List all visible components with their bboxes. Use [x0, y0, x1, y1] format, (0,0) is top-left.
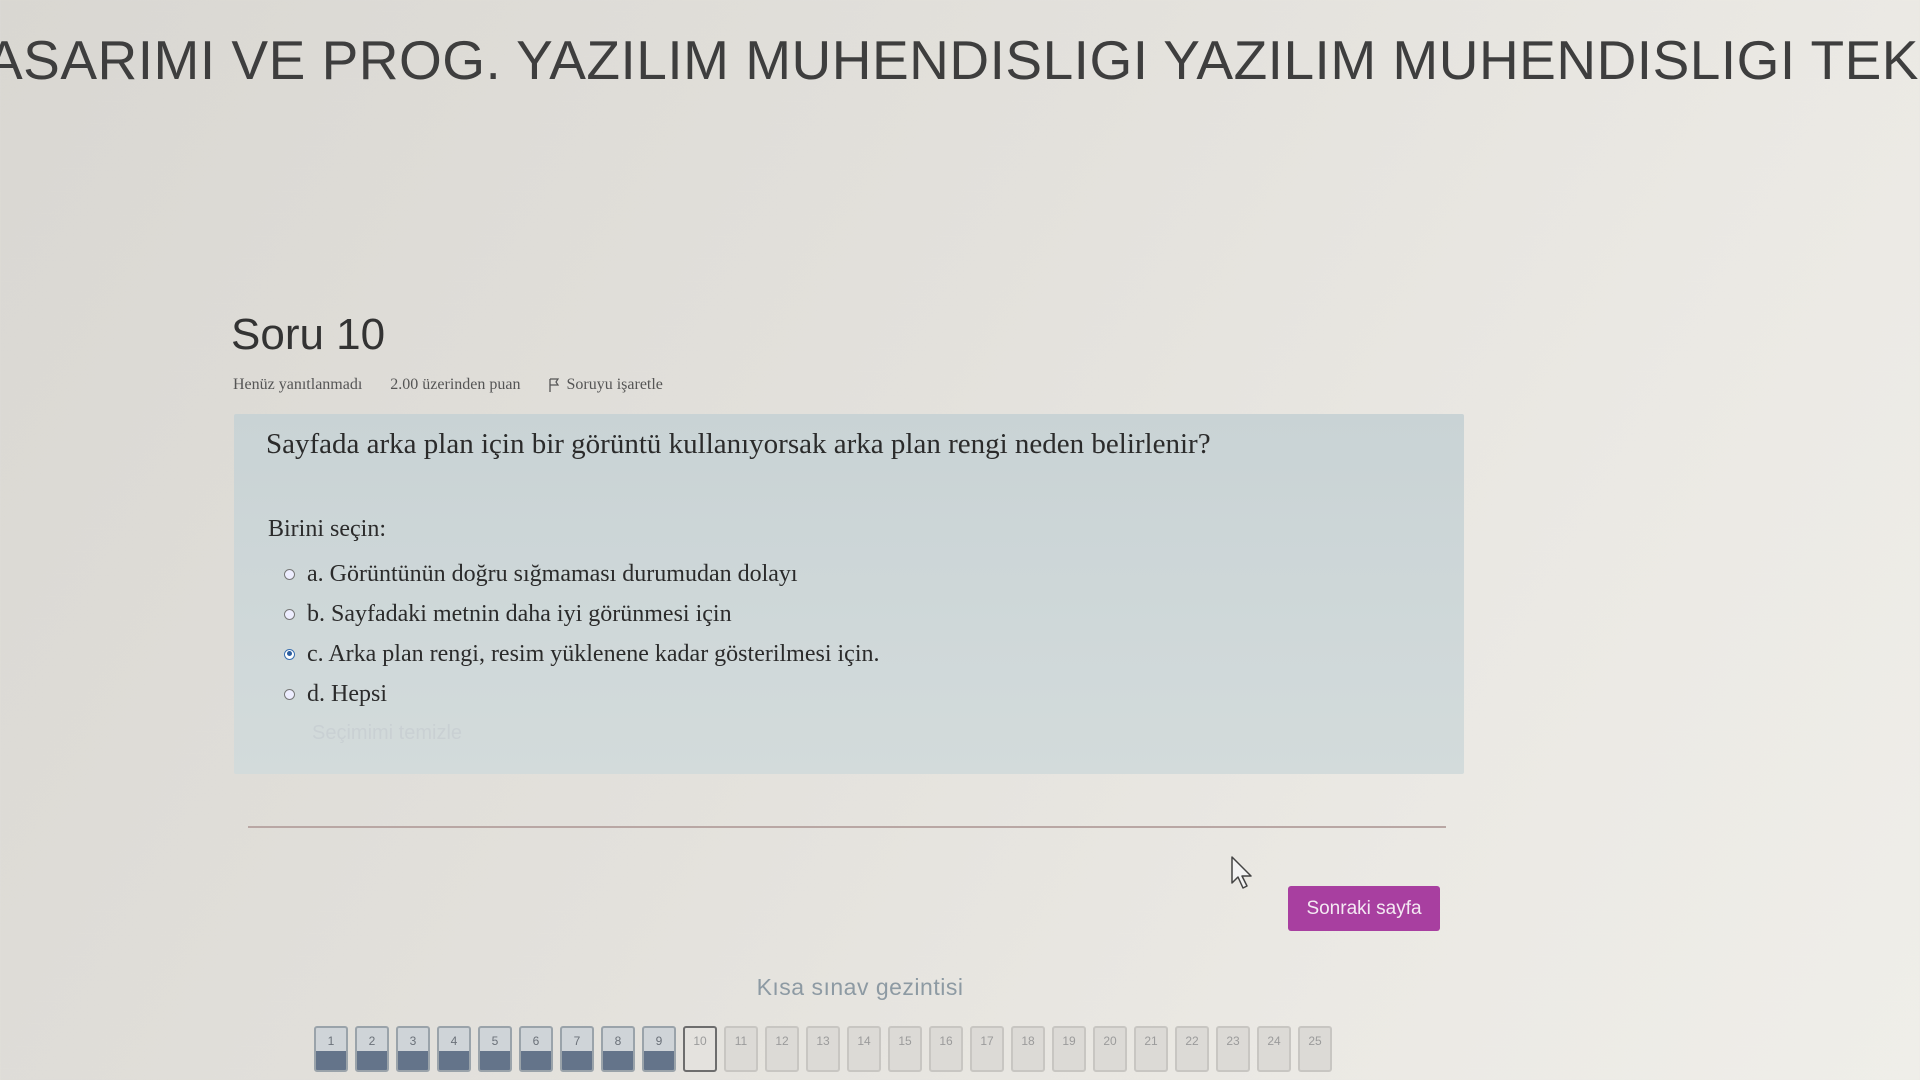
quiz-nav-button[interactable]: 24: [1257, 1026, 1291, 1072]
quiz-nav-button[interactable]: 11: [724, 1026, 758, 1072]
flag-question-label[interactable]: Soruyu işaretle: [566, 376, 662, 394]
quiz-nav-button[interactable]: 6: [519, 1026, 553, 1072]
quiz-navigation-title: Kısa sınav gezintisi: [756, 974, 964, 1000]
quiz-nav-button[interactable]: 4: [437, 1026, 471, 1072]
mouse-pointer-icon: [1230, 855, 1256, 896]
question-info: Henüz yanıtlanmadı 2.00 üzerinden puan S…: [233, 376, 663, 394]
question-points: 2.00 üzerinden puan: [390, 376, 521, 393]
quiz-nav-button[interactable]: 23: [1216, 1026, 1250, 1072]
quiz-nav-button[interactable]: 16: [929, 1026, 963, 1072]
answer-label: c. Arka plan rengi, resim yüklenene kada…: [307, 640, 880, 667]
flag-icon: [548, 378, 560, 392]
question-status: Henüz yanıtlanmadı: [233, 376, 363, 393]
answer-label: d. Hepsi: [307, 680, 387, 707]
answer-label: b. Sayfadaki metnin daha iyi görünmesi i…: [307, 600, 732, 627]
quiz-nav-button[interactable]: 8: [601, 1026, 635, 1072]
quiz-nav-button[interactable]: 22: [1175, 1026, 1209, 1072]
question-text: Sayfada arka plan için bir görüntü kulla…: [266, 428, 1211, 460]
answer-option[interactable]: b. Sayfadaki metnin daha iyi görünmesi i…: [284, 594, 879, 634]
next-page-button[interactable]: Sonraki sayfa: [1288, 886, 1440, 931]
quiz-nav-button[interactable]: 15: [888, 1026, 922, 1072]
quiz-nav-button[interactable]: 7: [560, 1026, 594, 1072]
quiz-nav-button[interactable]: 5: [478, 1026, 512, 1072]
quiz-nav-button[interactable]: 12: [765, 1026, 799, 1072]
answer-list: a. Görüntünün doğru sığmaması durumudan …: [284, 554, 879, 714]
answer-option[interactable]: a. Görüntünün doğru sığmaması durumudan …: [284, 554, 879, 594]
radio-icon[interactable]: [284, 688, 295, 700]
radio-icon[interactable]: [284, 608, 295, 620]
quiz-nav-button[interactable]: 18: [1011, 1026, 1045, 1072]
quiz-navigation-buttons: 1 2 3 4 5 6 7 8 9 10 11 12 13 14 15 16 17 18 19 20 21 22 23 24 2…: [314, 1026, 1332, 1072]
answer-option[interactable]: c. Arka plan rengi, resim yüklenene kada…: [284, 634, 879, 674]
quiz-nav-button[interactable]: 21: [1134, 1026, 1168, 1072]
quiz-nav-button[interactable]: 10: [683, 1026, 717, 1072]
answer-label: a. Görüntünün doğru sığmaması durumudan …: [307, 560, 798, 587]
quiz-nav-button[interactable]: 9: [642, 1026, 676, 1072]
quiz-nav-button[interactable]: 20: [1093, 1026, 1127, 1072]
choose-one-prompt: Birini seçin:: [268, 516, 386, 542]
question-box: Sayfada arka plan için bir görüntü kulla…: [234, 414, 1464, 774]
quiz-nav-button[interactable]: 25: [1298, 1026, 1332, 1072]
quiz-nav-button[interactable]: 14: [847, 1026, 881, 1072]
quiz-nav-button[interactable]: 2: [355, 1026, 389, 1072]
divider: [248, 826, 1446, 828]
quiz-nav-button[interactable]: 19: [1052, 1026, 1086, 1072]
radio-icon[interactable]: [284, 568, 295, 580]
question-heading: Soru 10: [231, 310, 386, 359]
quiz-nav-button[interactable]: 1: [314, 1026, 348, 1072]
quiz-nav-button[interactable]: 3: [396, 1026, 430, 1072]
quiz-nav-button[interactable]: 17: [970, 1026, 1004, 1072]
clear-choice-link[interactable]: Seçimimi temizle: [312, 722, 462, 745]
quiz-nav-button[interactable]: 13: [806, 1026, 840, 1072]
flag-question-link[interactable]: Soruyu işaretle: [548, 376, 663, 394]
radio-icon[interactable]: [284, 648, 295, 660]
answer-option[interactable]: d. Hepsi: [284, 674, 879, 714]
course-title: ASARIMI VE PROG. YAZILIM MUHENDISLIGI YA…: [0, 29, 1920, 91]
